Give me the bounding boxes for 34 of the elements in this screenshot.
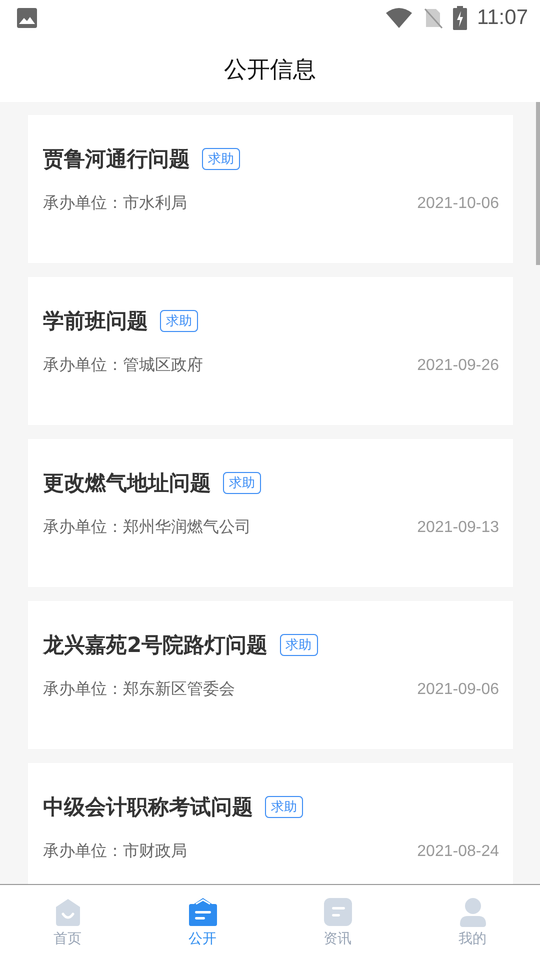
category-tag: 求助 bbox=[202, 148, 240, 170]
wifi-icon bbox=[385, 7, 413, 29]
issue-date: 2021-09-13 bbox=[417, 518, 499, 536]
issue-date: 2021-09-26 bbox=[417, 356, 499, 374]
battery-charging-icon bbox=[453, 6, 467, 30]
document-icon bbox=[322, 897, 352, 927]
no-sim-icon bbox=[423, 7, 443, 29]
issue-card[interactable]: 中级会计职称考试问题 求助 承办单位：市财政局 2021-08-24 bbox=[28, 763, 513, 884]
issue-title: 更改燃气地址问题 bbox=[43, 470, 211, 497]
handling-unit: 承办单位：郑州华润燃气公司 bbox=[43, 517, 251, 538]
clipboard-icon bbox=[188, 897, 218, 927]
handling-unit: 承办单位：市财政局 bbox=[43, 841, 187, 862]
issue-card[interactable]: 更改燃气地址问题 求助 承办单位：郑州华润燃气公司 2021-09-13 bbox=[28, 439, 513, 587]
issue-title: 学前班问题 bbox=[43, 308, 148, 335]
issue-title: 中级会计职称考试问题 bbox=[43, 794, 253, 821]
issue-date: 2021-10-06 bbox=[417, 194, 499, 212]
issue-date: 2021-08-24 bbox=[417, 842, 499, 860]
image-icon bbox=[16, 7, 38, 29]
handling-unit: 承办单位：郑东新区管委会 bbox=[43, 679, 235, 700]
issue-title: 贾鲁河通行问题 bbox=[43, 146, 190, 173]
category-tag: 求助 bbox=[160, 310, 198, 332]
issue-title: 龙兴嘉苑2号院路灯问题 bbox=[43, 632, 268, 659]
issue-date: 2021-09-06 bbox=[417, 680, 499, 698]
category-tag: 求助 bbox=[280, 634, 318, 656]
issue-card[interactable]: 贾鲁河通行问题 求助 承办单位：市水利局 2021-10-06 bbox=[28, 115, 513, 263]
clock-time: 11:07 bbox=[477, 6, 528, 30]
issue-card[interactable]: 学前班问题 求助 承办单位：管城区政府 2021-09-26 bbox=[28, 277, 513, 425]
page-title: 公开信息 bbox=[224, 56, 316, 84]
handling-unit: 承办单位：市水利局 bbox=[43, 193, 187, 214]
person-icon bbox=[458, 897, 488, 927]
handling-unit: 承办单位：管城区政府 bbox=[43, 355, 203, 376]
issue-card[interactable]: 龙兴嘉苑2号院路灯问题 求助 承办单位：郑东新区管委会 2021-09-06 bbox=[28, 601, 513, 749]
category-tag: 求助 bbox=[223, 472, 261, 494]
category-tag: 求助 bbox=[265, 796, 303, 818]
